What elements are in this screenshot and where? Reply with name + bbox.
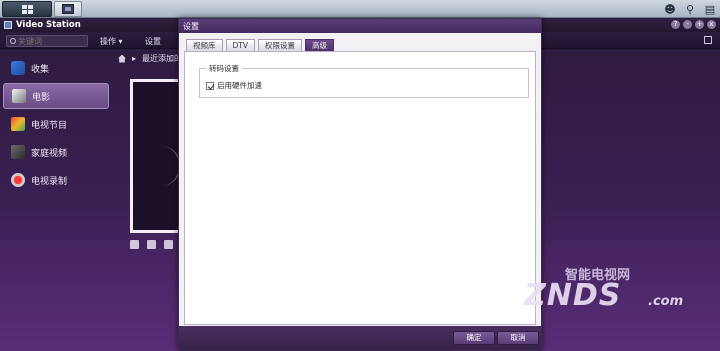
info-icon[interactable] xyxy=(147,240,156,249)
sidebar-item-label: 电视录制 xyxy=(31,176,68,187)
desktop-taskbar: ☻ ⚲ ▤ xyxy=(0,0,720,18)
watermark-domain: .com xyxy=(648,294,684,309)
dialog-tabs: 视频库 DTV 权限设置 高级 xyxy=(186,39,334,51)
user-icon[interactable]: ☻ xyxy=(662,1,678,17)
help-icon[interactable]: ? xyxy=(671,20,680,29)
search-box[interactable] xyxy=(6,35,88,47)
watermark-brand: ZNDS xyxy=(524,278,622,313)
maximize-icon[interactable]: + xyxy=(695,20,704,29)
hardware-acceleration-option[interactable]: 启用硬件加速 xyxy=(206,80,262,91)
tab-permissions[interactable]: 权限设置 xyxy=(258,39,302,51)
search-icon xyxy=(10,38,16,44)
home-icon[interactable] xyxy=(118,54,126,63)
video-station-taskbar-button[interactable] xyxy=(54,1,82,17)
section-title: 转码设置 xyxy=(206,63,242,74)
settings-button[interactable]: 设置 xyxy=(145,36,161,47)
tab-advanced[interactable]: 高级 xyxy=(305,39,334,51)
favorites-icon xyxy=(11,61,25,75)
dialog-footer: 确定 取消 xyxy=(179,326,541,350)
tab-dtv[interactable]: DTV xyxy=(225,39,255,51)
transcoding-section: 转码设置 启用硬件加速 xyxy=(199,63,529,98)
main-menu-button[interactable] xyxy=(2,1,52,17)
home-video-icon xyxy=(11,145,25,159)
tab-video-library[interactable]: 视频库 xyxy=(186,39,223,51)
record-icon xyxy=(11,173,25,187)
ok-button[interactable]: 确定 xyxy=(453,331,495,345)
movie-poster[interactable] xyxy=(130,79,182,233)
search-input[interactable] xyxy=(18,36,82,46)
app-title: Video Station xyxy=(16,20,81,30)
star-icon[interactable] xyxy=(164,240,173,249)
hardware-acceleration-checkbox[interactable] xyxy=(206,81,214,90)
breadcrumb-item[interactable]: 最近添加的 xyxy=(142,53,182,64)
close-icon[interactable]: x xyxy=(707,20,716,29)
sidebar-item-home-videos[interactable]: 家庭视频 xyxy=(3,139,109,165)
poster-actions xyxy=(130,240,173,249)
dialog-title: 设置 xyxy=(179,19,541,33)
film-icon xyxy=(62,4,74,14)
movie-icon xyxy=(12,89,26,103)
sidebar-item-tv-shows[interactable]: 电视节目 xyxy=(3,111,109,137)
sidebar-item-label: 电视节目 xyxy=(31,120,68,131)
widgets-icon[interactable]: ▤ xyxy=(702,1,718,17)
view-toggle-icon[interactable] xyxy=(704,36,712,44)
sidebar: 收集 电影 电视节目 家庭视频 电视录制 xyxy=(0,50,112,351)
dialog-body: 转码设置 启用硬件加速 xyxy=(184,51,536,325)
sidebar-item-tv-recordings[interactable]: 电视录制 xyxy=(3,167,109,193)
minimize-icon[interactable]: - xyxy=(683,20,692,29)
sidebar-item-label: 家庭视频 xyxy=(31,148,68,159)
search-icon[interactable]: ⚲ xyxy=(682,1,698,17)
chevron-right-icon: ▸ xyxy=(132,54,137,63)
sidebar-item-favorites[interactable]: 收集 xyxy=(3,55,109,81)
breadcrumb: ▸ 最近添加的 xyxy=(118,53,182,64)
operations-menu[interactable]: 操作 ▾ xyxy=(100,36,123,47)
sidebar-item-movies[interactable]: 电影 xyxy=(3,83,109,109)
heart-icon[interactable] xyxy=(130,240,139,249)
sidebar-item-label: 收集 xyxy=(31,64,50,75)
settings-dialog: 设置 视频库 DTV 权限设置 高级 转码设置 启用硬件加速 确定 取消 xyxy=(178,18,542,351)
checkbox-label: 启用硬件加速 xyxy=(217,81,262,90)
tv-icon xyxy=(11,117,25,131)
grid-icon xyxy=(21,4,33,14)
sidebar-item-label: 电影 xyxy=(32,92,51,103)
cancel-button[interactable]: 取消 xyxy=(497,331,539,345)
video-station-icon xyxy=(4,21,12,29)
watermark-logo: 智能电视网 ZNDS .com xyxy=(510,258,710,318)
